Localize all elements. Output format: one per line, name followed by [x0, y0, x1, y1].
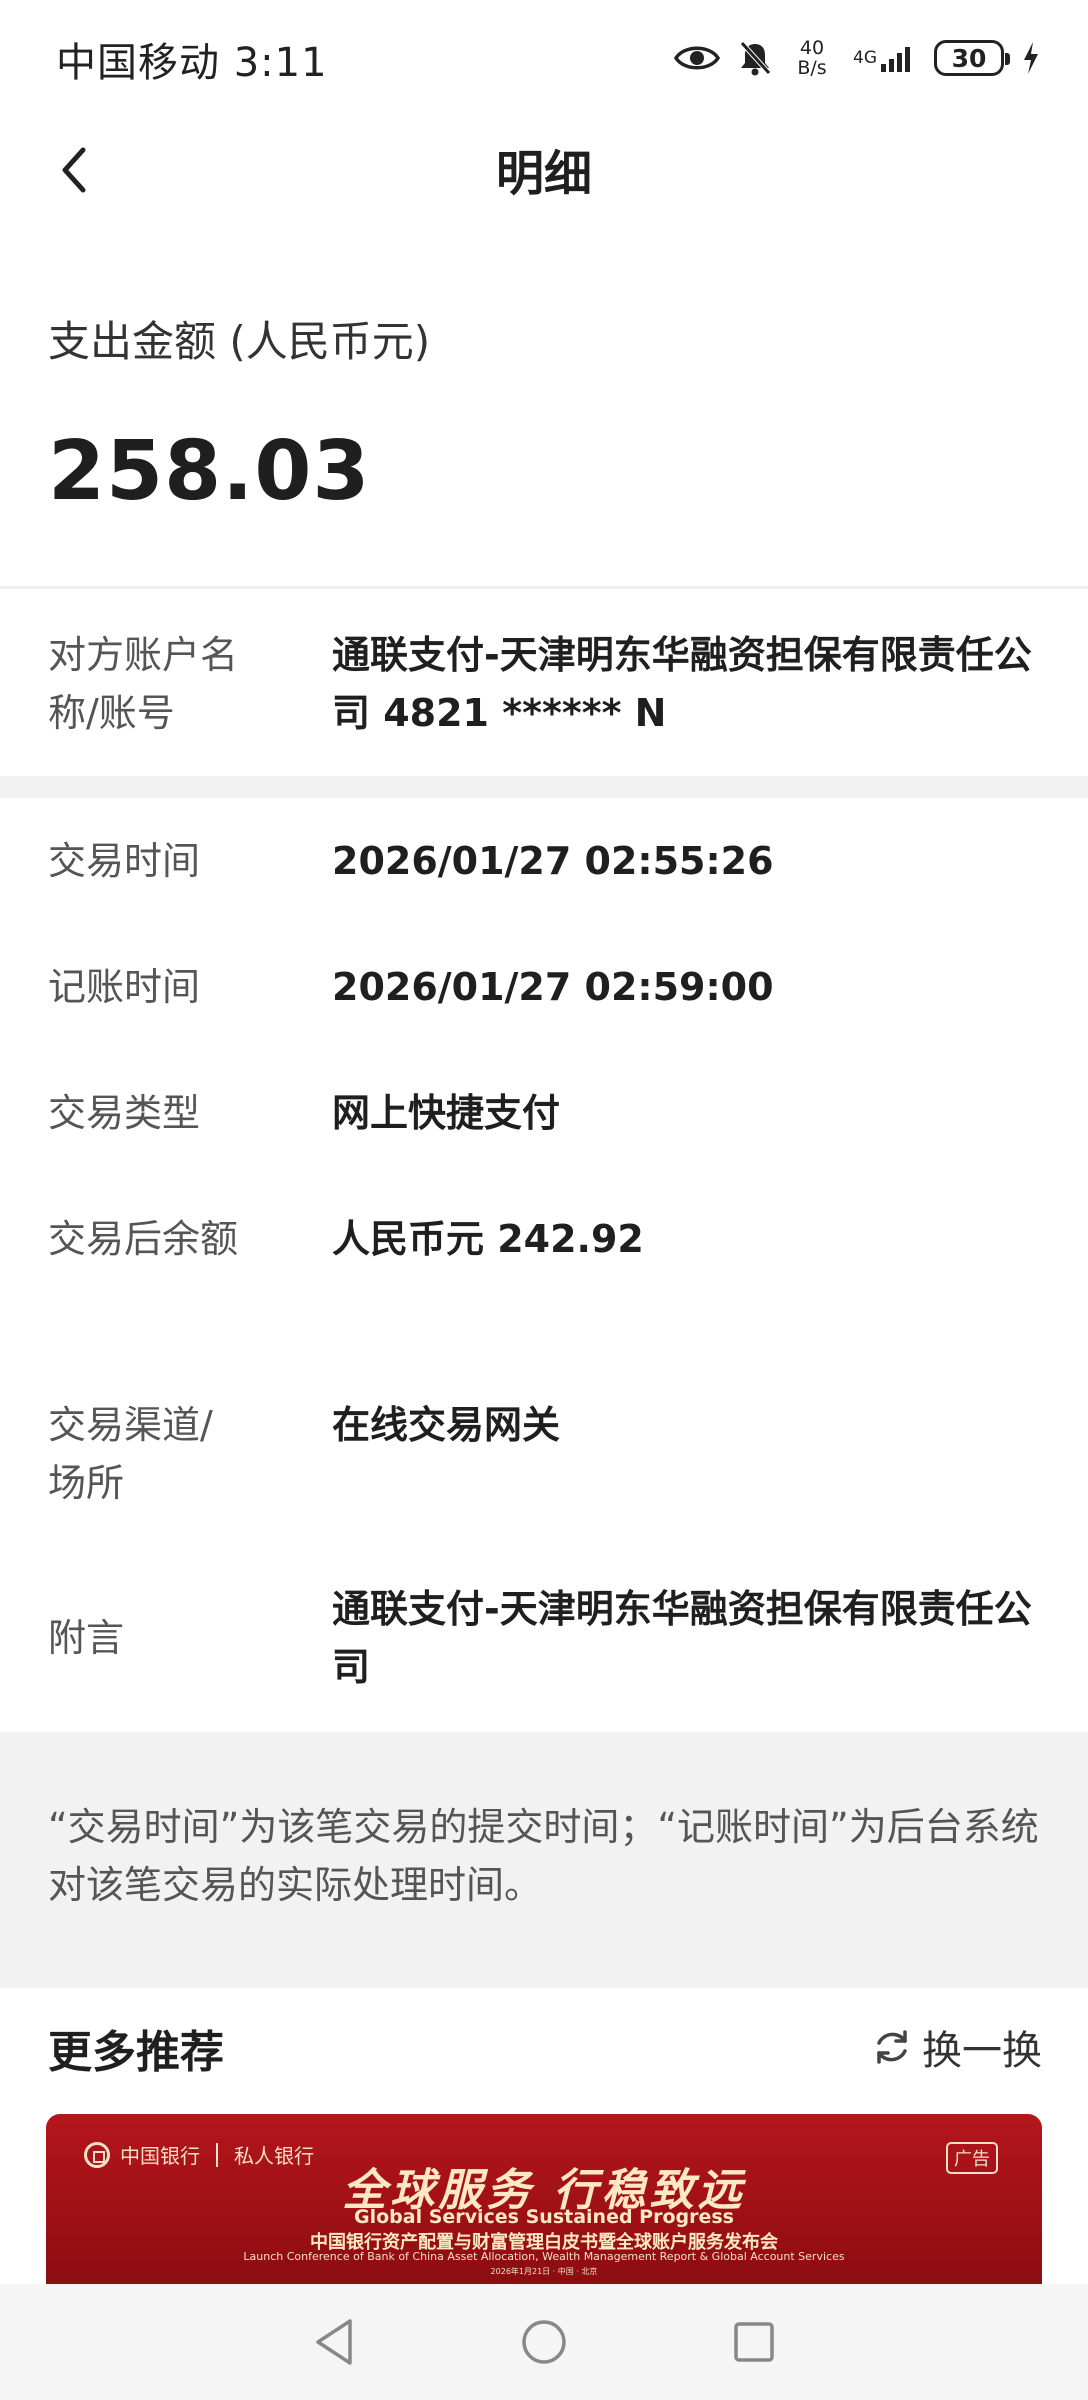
detail-row-trade-time: 交易时间 2026/01/27 02:55:26 [0, 832, 1088, 890]
detail-value: 2026/01/27 02:59:00 [332, 965, 774, 1009]
nav-header: 明细 [0, 112, 1088, 228]
square-recents-icon [734, 2322, 774, 2362]
amount-label: 支出金额 (人民币元) [48, 317, 431, 366]
counterparty-value: 通联支付-天津明东华融资担保有限责任公司 4821 ****** N [332, 633, 1032, 735]
detail-row-remark: 附言 通联支付-天津明东华融资担保有限责任公司 [0, 1580, 1088, 1700]
detail-value: 在线交易网关 [332, 1403, 561, 1447]
detail-row-post-time: 记账时间 2026/01/27 02:59:00 [0, 958, 1088, 1016]
system-nav-bar [0, 2284, 1088, 2400]
charging-icon [1022, 41, 1040, 75]
detail-row-balance: 交易后余额 人民币元 242.92 [0, 1210, 1088, 1330]
carrier-time: 中国移动 3:11 [56, 40, 328, 86]
banner-subtitle-en: Global Services Sustained Progress [353, 2206, 734, 2228]
refresh-icon [877, 2030, 907, 2064]
counterparty-row: 对方账户名称/账号 通联支付-天津明东华融资担保有限责任公司 4821 ****… [0, 620, 1088, 770]
nav-recents-button[interactable] [724, 2312, 784, 2372]
amount-value: 258.03 [48, 424, 371, 519]
detail-label: 交易渠道/场所 [48, 1403, 213, 1505]
section-separator [0, 776, 1088, 798]
detail-value: 2026/01/27 02:55:26 [332, 839, 774, 883]
counterparty-label: 对方账户名称/账号 [48, 633, 239, 735]
nav-home-button[interactable] [514, 2312, 574, 2372]
bell-muted-icon [738, 40, 772, 76]
ad-banner[interactable]: 中国银行 私人银行 广告 全球服务 行稳致远 Global Services S… [46, 2114, 1042, 2284]
signal-icon: 4G [852, 43, 916, 73]
refresh-label: 换一换 [922, 2028, 1042, 2074]
network-type: 4G [853, 48, 877, 68]
net-speed-value: 40 [799, 37, 825, 59]
detail-value: 网上快捷支付 [332, 1091, 561, 1135]
amount-section: 支出金额 (人民币元) 258.03 [0, 228, 1088, 586]
divider [0, 586, 1088, 589]
detail-label: 交易后余额 [48, 1217, 239, 1261]
detail-label: 交易类型 [48, 1091, 201, 1135]
status-icons: 40 B/s 4G 30 [674, 30, 1040, 86]
detail-label: 记账时间 [48, 965, 201, 1009]
recommend-title: 更多推荐 [48, 2027, 224, 2078]
battery-icon: 30 [934, 40, 1010, 76]
refresh-button[interactable]: 换一换 [872, 2018, 1042, 2076]
net-speed: 40 B/s [790, 38, 834, 78]
detail-row-channel: 交易渠道/场所 在线交易网关 [0, 1396, 1088, 1516]
circle-home-icon [522, 2320, 566, 2364]
page-title: 明细 [495, 146, 592, 202]
banner-date: 2026年1月21日 · 中国 · 北京 [490, 2267, 598, 2276]
status-bar: 中国移动 3:11 40 B/s 4G 30 [0, 0, 1088, 112]
detail-value: 通联支付-天津明东华融资担保有限责任公司 [332, 1587, 1032, 1689]
banner-subtitle-en-2: Launch Conference of Bank of China Asset… [243, 2250, 845, 2263]
detail-value: 人民币元 242.92 [332, 1217, 644, 1261]
eye-icon [674, 42, 720, 74]
detail-row-trade-type: 交易类型 网上快捷支付 [0, 1084, 1088, 1142]
detail-label: 交易时间 [48, 839, 201, 883]
triangle-back-icon [316, 2319, 352, 2365]
net-speed-unit: B/s [797, 57, 827, 79]
nav-back-button[interactable] [304, 2312, 364, 2372]
detail-label: 附言 [48, 1616, 125, 1660]
time-note: “交易时间”为该笔交易的提交时间；“记账时间”为后台系统对该笔交易的实际处理时间… [48, 1805, 1039, 1907]
